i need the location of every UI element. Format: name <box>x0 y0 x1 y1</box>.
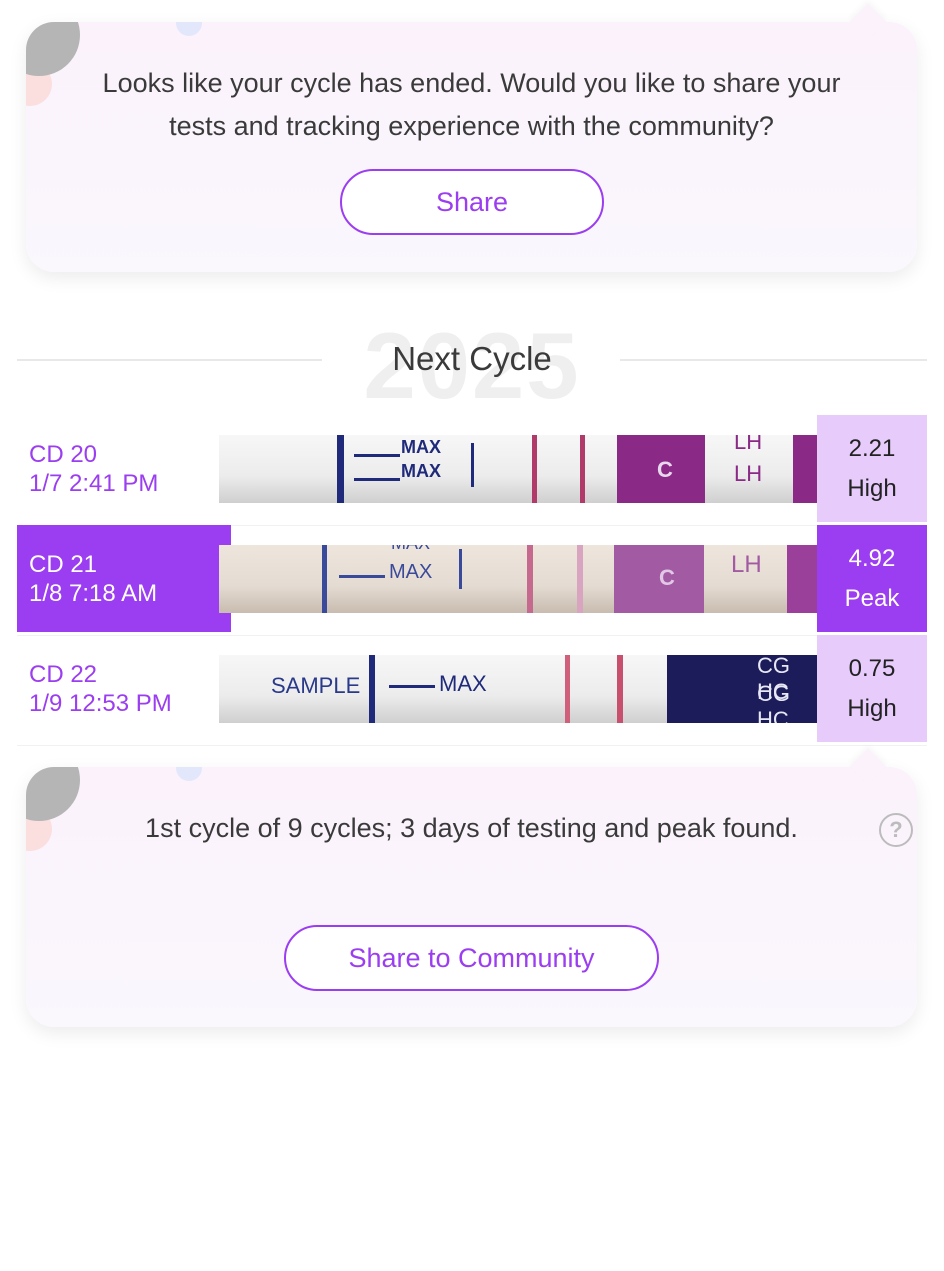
cycle-day: CD 20 <box>29 440 98 468</box>
strip-text: MAX <box>389 561 433 583</box>
section-title: Next Cycle <box>392 340 552 377</box>
close-icon <box>26 767 32 770</box>
strip-text: MAX <box>401 461 441 481</box>
test-row[interactable]: CD 22 1/9 12:53 PM SAMPLE MAX CG HC CG H… <box>17 635 927 746</box>
test-result: 0.75 High <box>817 635 927 742</box>
strip-text: CG HC <box>757 681 790 723</box>
next-cycle-header: 2025 Next Cycle <box>17 313 927 418</box>
test-result: 4.92 Peak <box>817 525 927 632</box>
strip-text: MAX <box>391 545 430 554</box>
cycle-summary-message: 1st cycle of 9 cycles; 3 days of testing… <box>145 813 798 843</box>
strip-text: SAMPLE <box>271 673 361 698</box>
test-result: 2.21 High <box>817 415 927 522</box>
cycle-ended-card: Looks like your cycle has ended. Would y… <box>26 3 917 272</box>
lh-value: 2.21 <box>848 434 896 462</box>
cycle-day: CD 21 <box>29 550 98 578</box>
test-date-label: CD 20 1/7 2:41 PM <box>17 415 231 522</box>
lh-status: High <box>847 474 897 502</box>
close-icon <box>26 22 32 25</box>
share-button[interactable]: Share <box>340 169 604 235</box>
strip-text: C <box>659 565 675 590</box>
lh-value: 4.92 <box>848 544 896 572</box>
test-row[interactable]: CD 21 1/8 7:18 AM MAX MAX C LH 4.92 Peak <box>17 525 927 636</box>
test-strip-image[interactable]: SAMPLE MAX CG HC CG HC <box>219 655 817 723</box>
test-datetime: 1/8 7:18 AM <box>29 579 158 607</box>
decor-dot <box>176 22 202 36</box>
test-date-label: CD 22 1/9 12:53 PM <box>17 635 231 742</box>
test-date-label: CD 21 1/8 7:18 AM <box>17 525 231 632</box>
strip-text: C <box>657 457 673 482</box>
share-to-community-button[interactable]: Share to Community <box>284 925 659 991</box>
lh-status: High <box>847 694 897 722</box>
cycle-summary-card: 1st cycle of 9 cycles; 3 days of testing… <box>26 748 917 1027</box>
strip-text: LH <box>731 551 762 578</box>
lh-value: 0.75 <box>848 654 896 682</box>
strip-text: LH <box>734 461 763 486</box>
test-datetime: 1/9 12:53 PM <box>29 689 172 717</box>
test-strip-image[interactable]: MAX MAX C LH LH <box>219 435 817 503</box>
strip-text: MAX <box>439 671 487 696</box>
test-row[interactable]: CD 20 1/7 2:41 PM MAX MAX C LH LH 2.21 H… <box>17 415 927 526</box>
decor-dot <box>176 767 202 781</box>
lh-status: Peak <box>844 584 900 612</box>
test-strip-image[interactable]: MAX MAX C LH <box>219 545 817 613</box>
cycle-ended-message: Looks like your cycle has ended. Would y… <box>102 68 841 141</box>
strip-text: MAX <box>401 437 441 457</box>
cycle-day: CD 22 <box>29 660 98 688</box>
help-icon[interactable]: ? <box>879 813 913 847</box>
strip-text: LH <box>734 435 763 454</box>
test-datetime: 1/7 2:41 PM <box>29 469 159 497</box>
